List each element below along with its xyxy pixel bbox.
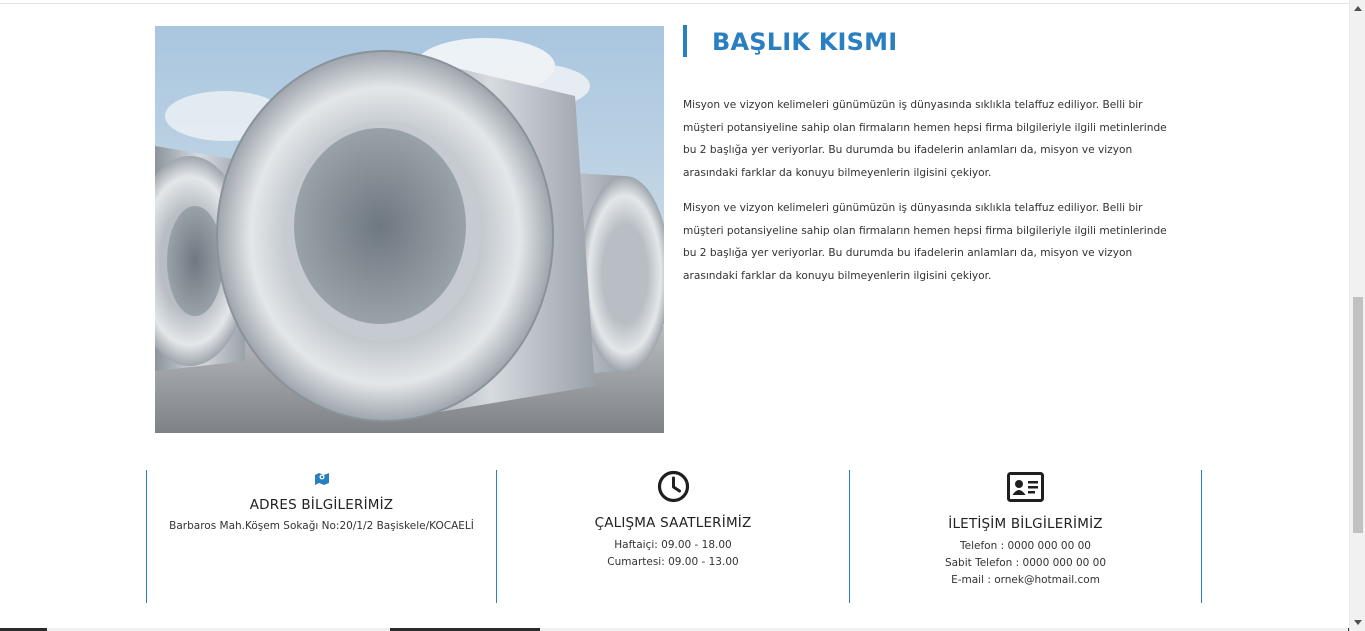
top-divider bbox=[0, 3, 1349, 4]
hours-saturday: Cumartesi: 09.00 - 13.00 bbox=[607, 556, 739, 568]
section-heading: BAŞLIK KISMI bbox=[712, 28, 898, 56]
description-paragraph-2: Misyon ve vizyon kelimeleri günümüzün iş… bbox=[683, 202, 1167, 282]
address-line: Barbaros Mah.Köşem Sokağı No:20/1/2 Başi… bbox=[169, 520, 474, 532]
contact-info-column: İLETİŞİM BİLGİLERİMİZ Telefon : 0000 000… bbox=[849, 470, 1202, 603]
hours-weekday: Haftaiçi: 09.00 - 18.00 bbox=[614, 539, 732, 551]
hours-title: ÇALIŞMA SAATLERİMİZ bbox=[594, 515, 752, 531]
description-paragraph-1: Misyon ve vizyon kelimeleri günümüzün iş… bbox=[683, 99, 1167, 179]
map-icon bbox=[314, 470, 330, 485]
contact-email[interactable]: E-mail : ornek@hotmail.com bbox=[850, 572, 1201, 589]
vertical-scrollbar[interactable] bbox=[1349, 0, 1365, 631]
contact-phone: Telefon : 0000 000 00 00 bbox=[960, 540, 1091, 552]
contact-card-icon bbox=[1007, 472, 1044, 502]
contact-landline: Sabit Telefon : 0000 000 00 00 bbox=[944, 557, 1107, 569]
contact-title: İLETİŞİM BİLGİLERİMİZ bbox=[948, 516, 1103, 532]
scroll-up-arrow-icon[interactable] bbox=[1354, 6, 1362, 11]
clock-icon bbox=[657, 470, 690, 503]
heading-bar: BAŞLIK KISMI bbox=[683, 25, 897, 57]
scroll-down-arrow-icon[interactable] bbox=[1354, 620, 1362, 625]
address-title: ADRES BİLGİLERİMİZ bbox=[249, 497, 394, 513]
hours-info-column: ÇALIŞMA SAATLERİMİZ Haftaiçi: 09.00 - 18… bbox=[497, 470, 850, 603]
address-info-column: ADRES BİLGİLERİMİZ Barbaros Mah.Köşem So… bbox=[146, 470, 497, 603]
scroll-thumb[interactable] bbox=[1353, 297, 1363, 533]
steel-coils-photo bbox=[155, 26, 664, 433]
